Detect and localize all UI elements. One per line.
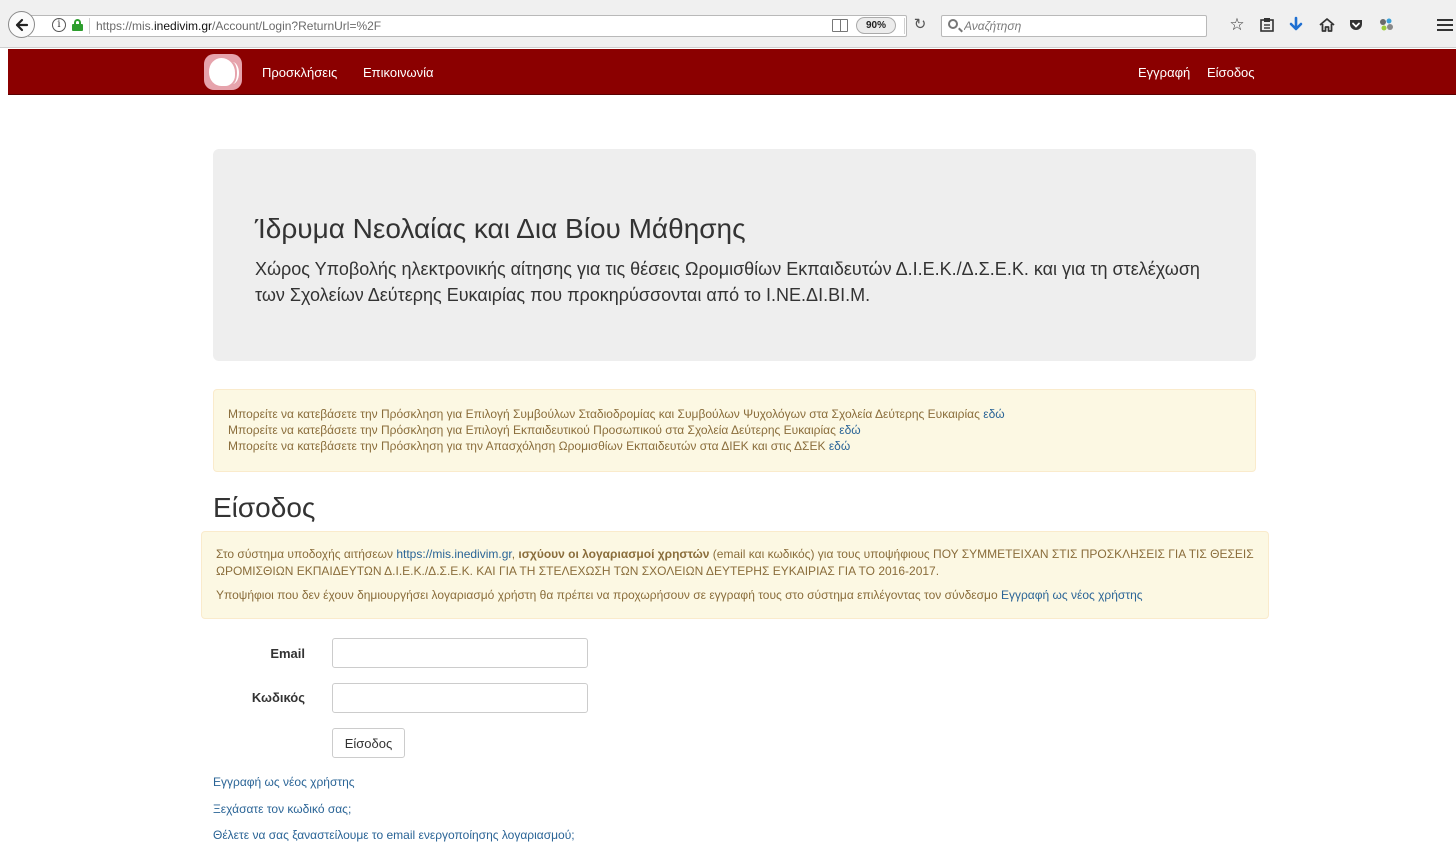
notice-line: Μπορείτε να κατεβάσετε την Πρόσκληση για… [228, 407, 1005, 421]
login-info-text-2: Υποψήφιοι που δεν έχουν δημιουργήσει λογ… [216, 588, 1143, 602]
password-field[interactable] [332, 683, 588, 713]
calls-notice-alert: Μπορείτε να κατεβάσετε την Πρόσκληση για… [213, 389, 1256, 472]
register-inline-link[interactable]: Εγγραφή ως νέος χρήστης [1001, 588, 1143, 602]
notice-download-link[interactable]: εδώ [839, 423, 860, 437]
zoom-indicator[interactable]: 90% [856, 17, 896, 34]
jumbotron: Ίδρυμα Νεολαίας και Δια Βίου Μάθησης Χώρ… [213, 149, 1256, 361]
reader-view-icon[interactable] [832, 19, 848, 32]
extension-icon[interactable] [1375, 14, 1397, 36]
resend-activation-link[interactable]: Θέλετε να σας ξαναστείλουμε το email ενε… [213, 828, 575, 842]
notice-line: Μπορείτε να κατεβάσετε την Πρόσκληση για… [228, 439, 851, 453]
login-info-alert: Στο σύστημα υποδοχής αιτήσεων https://mi… [201, 531, 1269, 619]
download-icon[interactable] [1285, 14, 1307, 36]
notice-line: Μπορείτε να κατεβάσετε την Πρόσκληση για… [228, 423, 861, 437]
search-input[interactable] [964, 18, 1202, 34]
address-separator [89, 18, 90, 34]
email-label: Email [270, 646, 305, 661]
lock-icon[interactable] [72, 19, 83, 31]
home-icon[interactable] [1316, 14, 1338, 36]
site-url-link[interactable]: https://mis.inedivim.gr [396, 547, 511, 561]
nav-link-register[interactable]: Εγγραφή [1138, 65, 1190, 80]
search-icon [948, 19, 958, 29]
reload-icon[interactable]: ↻ [910, 15, 930, 35]
nav-link-contact[interactable]: Επικοινωνία [363, 65, 434, 80]
star-icon[interactable]: ☆ [1226, 14, 1248, 36]
back-button[interactable] [8, 11, 35, 38]
site-navbar: Προσκλήσεις Επικοινωνία Εγγραφή Είσοδος [8, 49, 1456, 95]
library-icon[interactable] [1256, 14, 1278, 36]
password-label: Κωδικός [251, 690, 305, 705]
notice-download-link[interactable]: εδώ [829, 439, 850, 453]
info-icon[interactable]: i [52, 18, 66, 32]
zoom-separator [904, 18, 905, 34]
site-logo-icon[interactable] [204, 54, 242, 90]
url-text[interactable]: https://mis.inedivim.gr/Account/Login?Re… [96, 19, 381, 33]
nav-link-login[interactable]: Είσοδος [1207, 65, 1255, 80]
pocket-icon[interactable] [1345, 14, 1367, 36]
search-box[interactable] [941, 15, 1207, 37]
menu-icon[interactable] [1434, 14, 1456, 36]
login-info-text: Στο σύστημα υποδοχής αιτήσεων https://mi… [216, 547, 1254, 578]
jumbotron-title: Ίδρυμα Νεολαίας και Δια Βίου Μάθησης [255, 213, 746, 244]
email-field[interactable] [332, 638, 588, 668]
browser-toolbar: i https://mis.inedivim.gr/Account/Login?… [0, 0, 1456, 48]
back-arrow-icon [15, 18, 28, 31]
login-title: Είσοδος [213, 492, 316, 523]
login-submit-button[interactable]: Είσοδος [332, 728, 405, 758]
jumbotron-subtitle: Χώρος Υποβολής ηλεκτρονικής αίτησης για … [255, 259, 1200, 305]
nav-link-calls[interactable]: Προσκλήσεις [262, 65, 337, 80]
register-link[interactable]: Εγγραφή ως νέος χρήστης [213, 775, 355, 789]
notice-download-link[interactable]: εδώ [983, 407, 1004, 421]
forgot-password-link[interactable]: Ξεχάσατε τον κωδικό σας; [213, 802, 351, 816]
